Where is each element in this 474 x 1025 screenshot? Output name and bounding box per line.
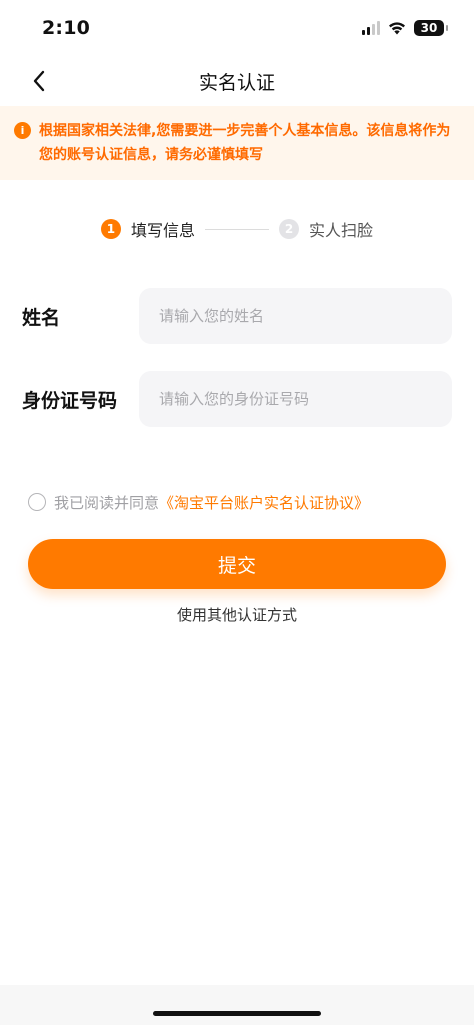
submit-button[interactable]: 提交 (28, 539, 446, 589)
wifi-icon (389, 22, 405, 35)
signal-icon (362, 21, 380, 35)
battery-level: 30 (420, 21, 438, 35)
bottom-safe-area (0, 985, 474, 1025)
back-button[interactable] (24, 66, 54, 96)
home-indicator (153, 1011, 321, 1016)
step-2: 2 实人扫脸 (279, 217, 373, 241)
agreement-link[interactable]: 《淘宝平台账户实名认证协议》 (159, 494, 369, 512)
battery-icon: 30 (414, 20, 448, 36)
id-number-input[interactable] (139, 371, 452, 427)
status-time: 2:10 (42, 17, 91, 39)
notice-text: 根据国家相关法律,您需要进一步完善个人基本信息。该信息将作为您的账号认证信息，请… (39, 123, 451, 163)
notice-banner: i 根据国家相关法律,您需要进一步完善个人基本信息。该信息将作为您的账号认证信息… (0, 106, 474, 180)
agreement-checkbox[interactable] (28, 493, 46, 511)
step-connector (205, 228, 269, 230)
step-1-number: 1 (100, 219, 121, 239)
step-1-label: 填写信息 (130, 221, 195, 240)
id-number-label: 身份证号码 (22, 389, 118, 412)
step-indicator: 1 填写信息 2 实人扫脸 (0, 214, 474, 244)
name-input[interactable] (139, 288, 452, 344)
status-bar: 2:10 30 (0, 0, 474, 56)
step-1: 1 填写信息 (100, 217, 195, 241)
info-icon: i (14, 122, 31, 139)
name-label: 姓名 (22, 306, 61, 329)
id-number-row: 身份证号码 (0, 371, 474, 427)
agreement-text: 我已阅读并同意 (54, 493, 160, 512)
alt-verification-link[interactable]: 使用其他认证方式 (0, 604, 474, 625)
nav-bar: 实名认证 (0, 56, 474, 106)
chevron-left-icon (33, 70, 45, 92)
step-2-label: 实人扫脸 (309, 221, 374, 240)
status-icons: 30 (362, 20, 448, 36)
agreement-row: 我已阅读并同意《淘宝平台账户实名认证协议》 (28, 490, 369, 514)
step-2-number: 2 (279, 219, 299, 239)
page-title: 实名认证 (198, 71, 275, 94)
agreement-text-wrap: 我已阅读并同意《淘宝平台账户实名认证协议》 (54, 492, 369, 513)
name-row: 姓名 (0, 288, 474, 344)
